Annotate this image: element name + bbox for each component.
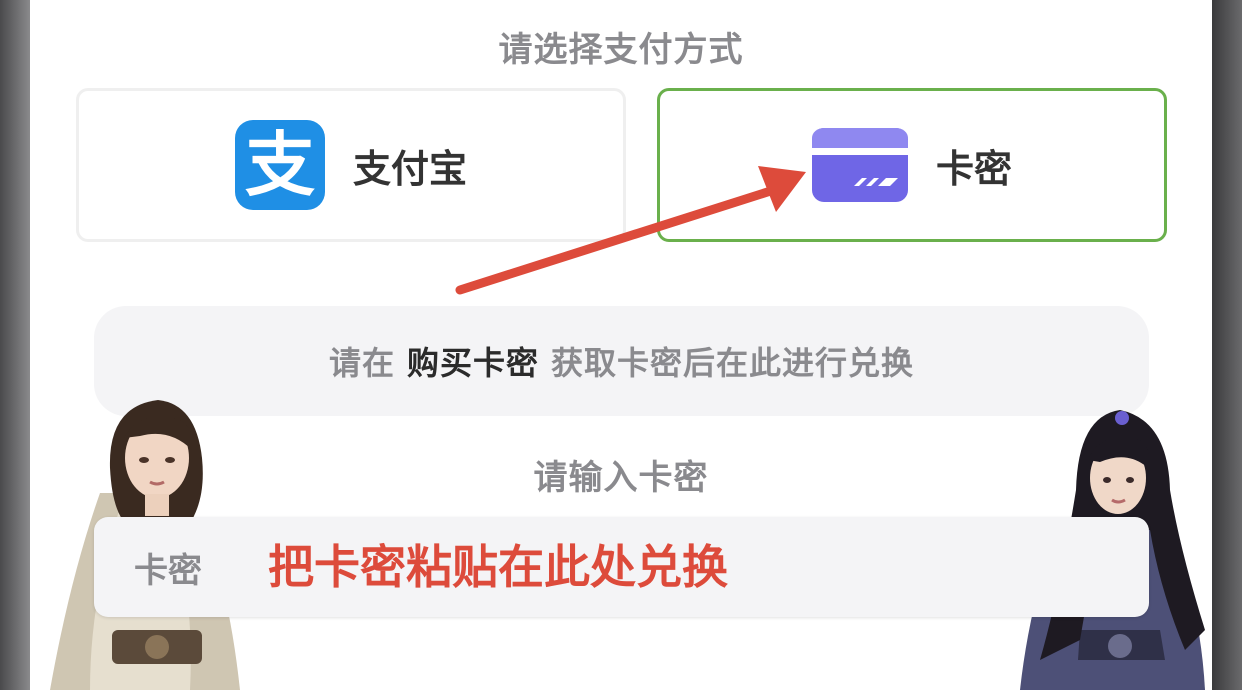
buy-card-key-link[interactable]: 购买卡密 <box>407 338 539 384</box>
payment-method-title: 请选择支付方式 <box>498 30 744 70</box>
alipay-icon: 支 <box>234 120 325 210</box>
payment-sheet: 请选择支付方式 支 支付宝 卡密 请在 购买卡密 获取卡密后在此进行兑换 请输入… <box>30 0 1212 690</box>
alipay-option[interactable]: 支 支付宝 <box>76 88 626 242</box>
left-backdrop <box>0 0 30 690</box>
info-prefix: 请在 <box>328 344 395 382</box>
card-key-input-row: 卡密 <box>94 517 1149 617</box>
enter-card-key-title: 请输入卡密 <box>533 458 709 498</box>
info-banner: 请在 购买卡密 获取卡密后在此进行兑换 <box>94 306 1149 416</box>
card-icon <box>811 128 908 202</box>
card-key-input[interactable] <box>266 526 1149 608</box>
info-suffix: 获取卡密后在此进行兑换 <box>551 344 915 382</box>
right-backdrop <box>1212 0 1242 690</box>
card-key-field-label: 卡密 <box>134 550 202 591</box>
alipay-label: 支付宝 <box>352 146 467 191</box>
card-key-option[interactable]: 卡密 <box>657 88 1167 242</box>
card-key-label: 卡密 <box>935 146 1012 191</box>
